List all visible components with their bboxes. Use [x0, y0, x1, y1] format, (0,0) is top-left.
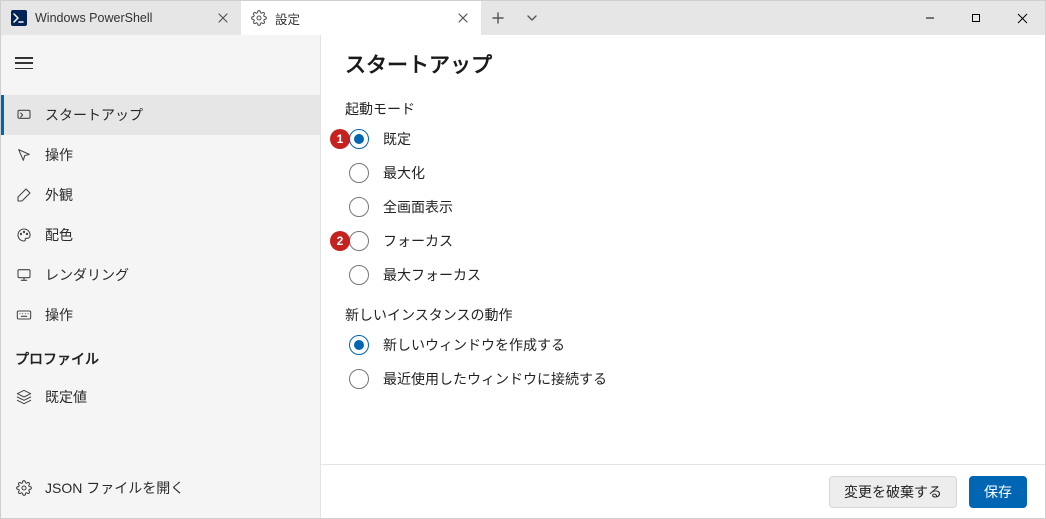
cursor-icon	[15, 146, 33, 164]
page-title: スタートアップ	[345, 49, 1021, 79]
sidebar-item-label: JSON ファイルを開く	[45, 478, 184, 498]
hamburger-icon	[15, 57, 33, 69]
keyboard-icon	[15, 306, 33, 324]
sidebar-item-interaction[interactable]: 操作	[1, 135, 320, 175]
radio-label: 最大フォーカス	[383, 265, 481, 285]
title-bar: Windows PowerShell 設定	[1, 1, 1045, 35]
radio-icon	[349, 231, 369, 251]
maximize-button[interactable]	[953, 1, 999, 35]
radio-label: 最近使用したウィンドウに接続する	[383, 369, 607, 389]
radio-maximized[interactable]: 最大化	[349, 161, 1021, 185]
sidebar-item-label: スタートアップ	[45, 105, 143, 125]
radio-default[interactable]: 1 既定	[349, 127, 1021, 151]
close-icon[interactable]	[215, 10, 231, 26]
annotation-badge: 2	[330, 231, 350, 251]
layers-icon	[15, 388, 33, 406]
new-instance-group: 新しいウィンドウを作成する 最近使用したウィンドウに接続する	[345, 333, 1021, 391]
radio-label: 最大化	[383, 163, 425, 183]
radio-label: 新しいウィンドウを作成する	[383, 335, 565, 355]
sidebar: スタートアップ 操作 外観	[1, 35, 321, 518]
powershell-icon	[11, 10, 27, 26]
annotation-badge: 1	[330, 129, 350, 149]
tab-settings[interactable]: 設定	[241, 1, 481, 35]
monitor-icon	[15, 266, 33, 284]
discard-button[interactable]: 変更を破棄する	[829, 476, 957, 508]
radio-max-focus[interactable]: 最大フォーカス	[349, 263, 1021, 287]
close-window-button[interactable]	[999, 1, 1045, 35]
sidebar-item-label: 既定値	[45, 387, 87, 407]
palette-icon	[15, 226, 33, 244]
sidebar-section-profiles: プロファイル	[1, 335, 320, 377]
radio-icon	[349, 129, 369, 149]
brush-icon	[15, 186, 33, 204]
sidebar-item-label: 配色	[45, 225, 73, 245]
launch-mode-label: 起動モード	[345, 99, 1021, 119]
save-button[interactable]: 保存	[969, 476, 1027, 508]
footer-bar: 変更を破棄する 保存	[321, 464, 1045, 518]
close-icon[interactable]	[455, 10, 471, 26]
radio-label: フォーカス	[383, 231, 453, 251]
sidebar-item-label: レンダリング	[45, 265, 129, 285]
gear-icon	[15, 479, 33, 497]
window-controls	[907, 1, 1045, 35]
radio-icon	[349, 163, 369, 183]
new-instance-label: 新しいインスタンスの動作	[345, 305, 1021, 325]
hamburger-button[interactable]	[1, 43, 320, 83]
radio-label: 全画面表示	[383, 197, 453, 217]
gear-icon	[251, 10, 267, 26]
sidebar-item-label: 外観	[45, 185, 73, 205]
radio-icon	[349, 335, 369, 355]
sidebar-item-appearance[interactable]: 外観	[1, 175, 320, 215]
sidebar-item-actions[interactable]: 操作	[1, 295, 320, 335]
radio-icon	[349, 369, 369, 389]
tab-label: 設定	[275, 9, 447, 28]
radio-icon	[349, 197, 369, 217]
tab-dropdown[interactable]	[515, 1, 549, 35]
radio-create-new-window[interactable]: 新しいウィンドウを作成する	[349, 333, 1021, 357]
sidebar-item-rendering[interactable]: レンダリング	[1, 255, 320, 295]
sidebar-item-open-json[interactable]: JSON ファイルを開く	[1, 468, 320, 508]
tab-powershell[interactable]: Windows PowerShell	[1, 1, 241, 35]
radio-focus[interactable]: 2 フォーカス	[349, 229, 1021, 253]
tab-label: Windows PowerShell	[35, 11, 207, 25]
sidebar-item-defaults[interactable]: 既定値	[1, 377, 320, 417]
content-pane: スタートアップ 起動モード 1 既定 最大化 全画面表示	[321, 35, 1045, 518]
sidebar-item-label: 操作	[45, 145, 73, 165]
radio-icon	[349, 265, 369, 285]
new-tab-button[interactable]	[481, 1, 515, 35]
sidebar-item-label: 操作	[45, 305, 73, 325]
radio-label: 既定	[383, 129, 411, 149]
launch-mode-group: 1 既定 最大化 全画面表示 2 フォーカス	[345, 127, 1021, 287]
radio-attach-recent-window[interactable]: 最近使用したウィンドウに接続する	[349, 367, 1021, 391]
minimize-button[interactable]	[907, 1, 953, 35]
sidebar-item-startup[interactable]: スタートアップ	[1, 95, 320, 135]
radio-fullscreen[interactable]: 全画面表示	[349, 195, 1021, 219]
startup-icon	[15, 106, 33, 124]
sidebar-item-color-schemes[interactable]: 配色	[1, 215, 320, 255]
